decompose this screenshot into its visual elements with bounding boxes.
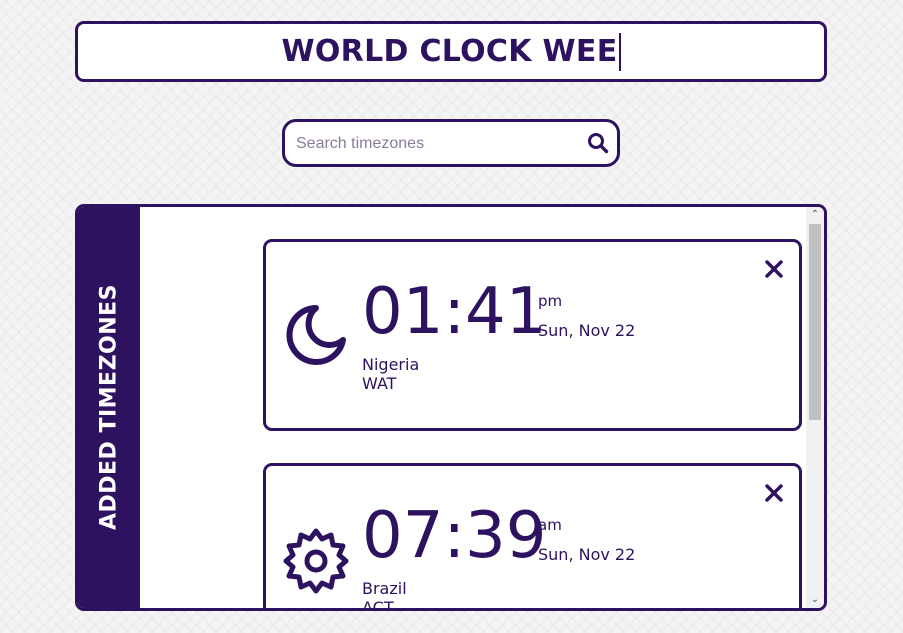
timezone-abbreviation: ACT	[362, 598, 394, 611]
app-title: WORLD CLOCK WEE	[281, 34, 618, 69]
app-title-box[interactable]: WORLD CLOCK WEE	[75, 21, 827, 82]
search-box[interactable]	[282, 119, 620, 167]
timezone-country: Brazil	[362, 579, 407, 598]
timezone-date: Sun, Nov 22	[538, 545, 636, 564]
timezone-time: 07:39	[362, 499, 547, 573]
timezone-ampm: pm	[538, 292, 563, 310]
timezone-list[interactable]: 01:41 pm Sun, Nov 22 Nigeria WAT 07:39 a…	[140, 207, 824, 608]
panel-sidebar: ADDED TIMEZONES	[78, 207, 140, 608]
timezone-ampm: am	[538, 516, 562, 534]
sun-icon	[283, 528, 349, 594]
text-caret	[618, 32, 621, 71]
timezone-card: 07:39 am Sun, Nov 22 Brazil ACT	[263, 463, 802, 611]
close-icon[interactable]	[765, 260, 783, 278]
timezone-time: 01:41	[362, 275, 547, 349]
scroll-up-arrow[interactable]: ⌃	[806, 207, 824, 223]
timezone-date: Sun, Nov 22	[538, 321, 636, 340]
panel-label: ADDED TIMEZONES	[96, 283, 122, 531]
search-input[interactable]	[296, 131, 576, 157]
app-title-wrap: WORLD CLOCK WEE	[281, 32, 621, 71]
search-icon[interactable]	[586, 131, 610, 155]
timezone-country: Nigeria	[362, 355, 420, 374]
scroll-down-arrow[interactable]: ⌄	[806, 592, 824, 608]
added-timezones-panel: ADDED TIMEZONES 01:41 pm Sun, Nov 22 Nig…	[75, 204, 827, 611]
timezone-card: 01:41 pm Sun, Nov 22 Nigeria WAT	[263, 239, 802, 431]
scroll-thumb[interactable]	[809, 224, 821, 420]
close-icon[interactable]	[765, 484, 783, 502]
moon-icon	[286, 305, 346, 365]
timezone-abbreviation: WAT	[362, 374, 397, 393]
vertical-scrollbar[interactable]: ⌃ ⌄	[806, 207, 824, 608]
